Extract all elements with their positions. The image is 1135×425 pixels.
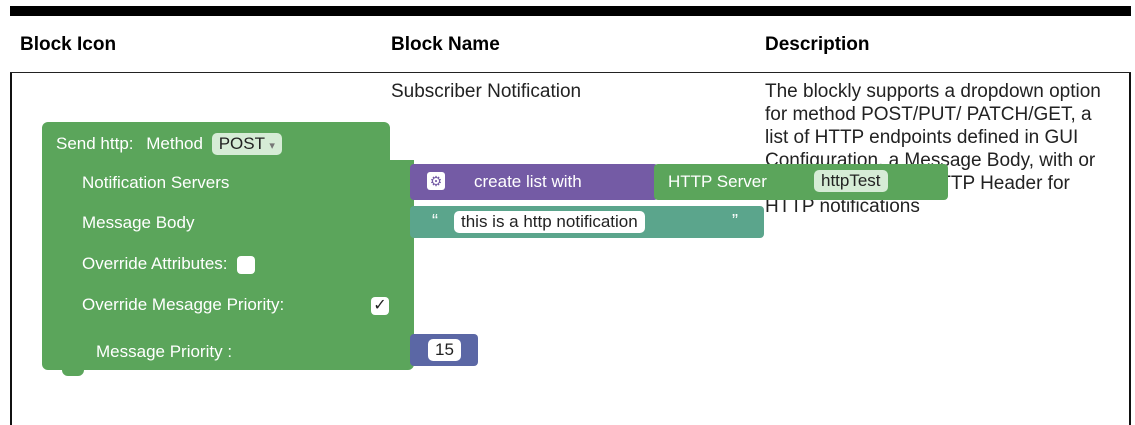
quote-close-icon: ”	[732, 211, 738, 231]
block-notch	[62, 368, 84, 376]
row-message-body: Message Body	[82, 213, 195, 232]
table-right-border	[1129, 73, 1131, 425]
create-list-block[interactable]: ⚙ create list with	[410, 164, 658, 200]
header-block-name: Block Name	[391, 34, 500, 55]
message-text-field[interactable]: this is a http notification	[454, 211, 645, 233]
method-dropdown[interactable]: POST ▾	[211, 133, 282, 155]
table-left-border	[10, 73, 12, 425]
http-server-block[interactable]: HTTP Server httpTest	[654, 164, 948, 200]
chevron-down-icon: ▾	[269, 140, 275, 152]
row-override-attributes: Override Attributes:	[82, 254, 228, 273]
method-value: POST	[218, 134, 265, 153]
quote-open-icon: “	[432, 211, 438, 231]
header-description: Description	[765, 34, 870, 55]
header-block-icon: Block Icon	[20, 34, 117, 55]
create-list-label: create list with	[474, 172, 582, 191]
header-divider	[10, 72, 1131, 73]
method-label: Method	[146, 134, 203, 153]
message-text-block[interactable]: “ this is a http notification ”	[410, 206, 764, 238]
priority-value-field[interactable]: 15	[428, 339, 461, 361]
override-priority-checkbox[interactable]: ✓	[371, 297, 389, 315]
table-top-border	[10, 6, 1131, 16]
row-override-priority: Override Mesagge Priority:	[82, 295, 285, 314]
http-server-dropdown[interactable]: httpTest	[814, 170, 888, 192]
block-name-cell: Subscriber Notification	[391, 81, 582, 102]
send-http-title: Send http:	[56, 134, 134, 153]
gear-icon[interactable]: ⚙	[427, 172, 445, 190]
http-server-label: HTTP Server	[668, 172, 767, 191]
row-message-priority: Message Priority :	[96, 342, 233, 361]
override-attributes-checkbox[interactable]	[237, 256, 255, 274]
priority-number-block[interactable]: 15	[410, 334, 478, 366]
row-notification-servers: Notification Servers	[82, 173, 230, 192]
